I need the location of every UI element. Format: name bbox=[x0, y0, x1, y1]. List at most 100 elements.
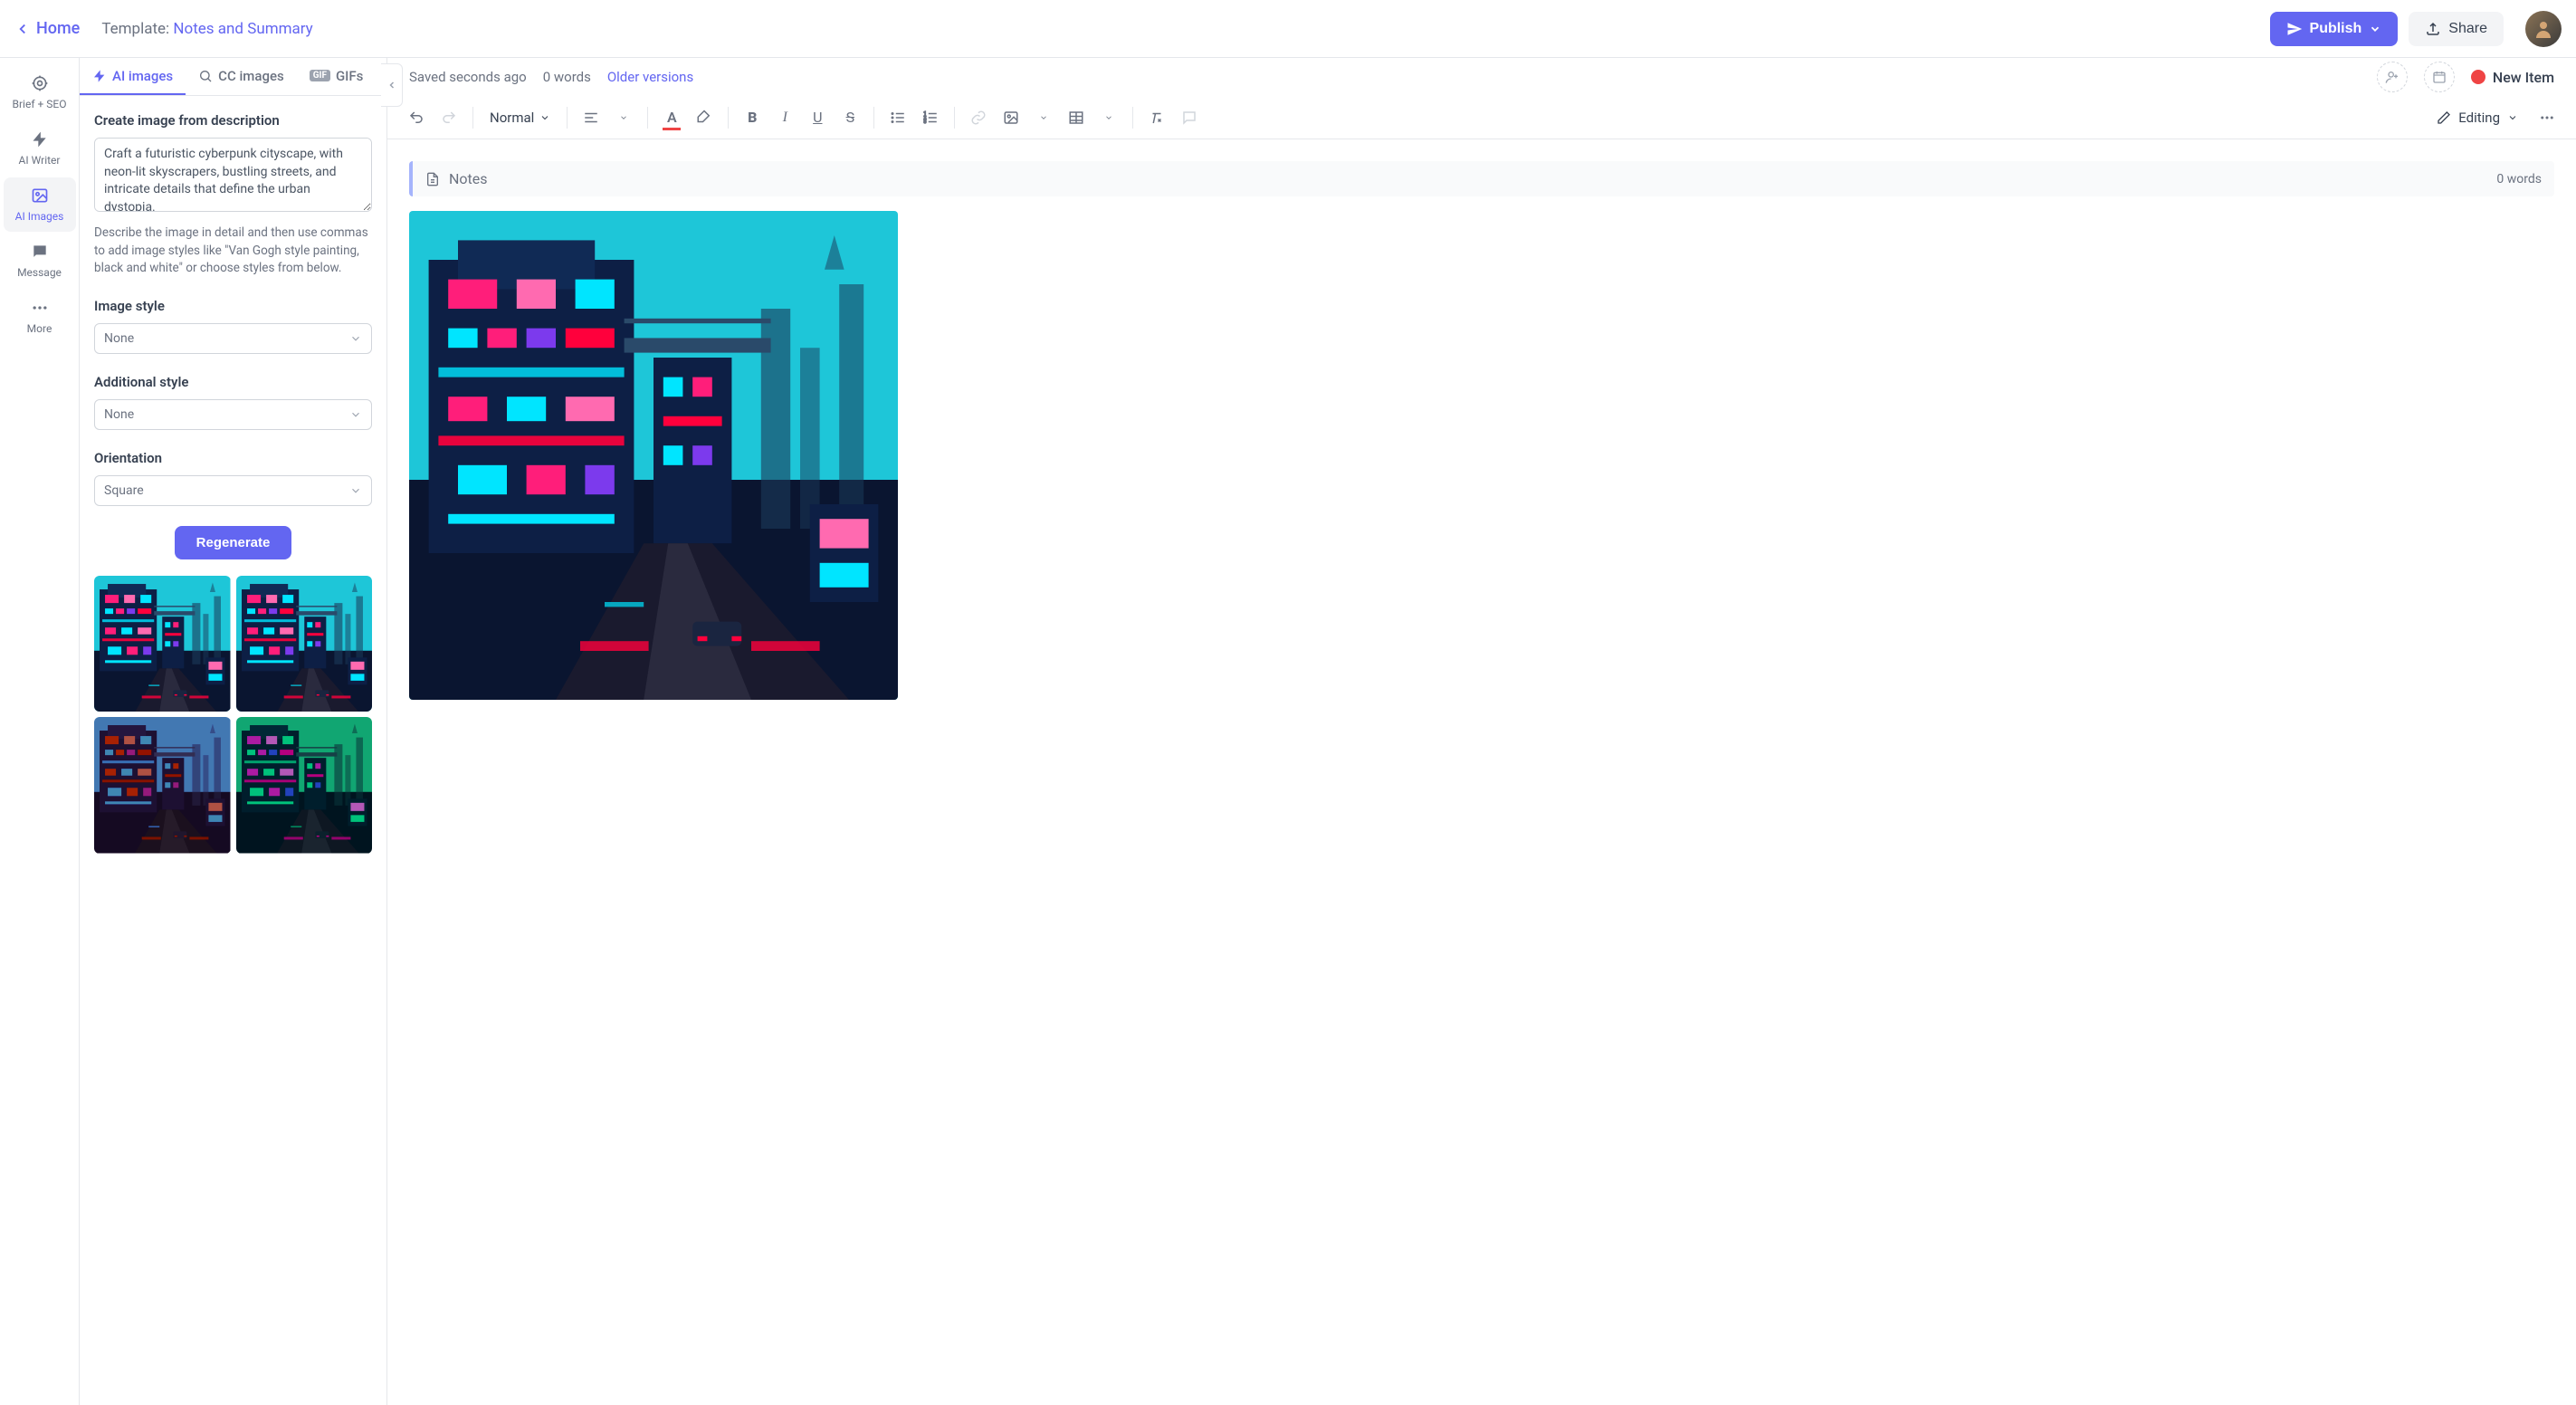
template-link[interactable]: Notes and Summary bbox=[173, 20, 312, 38]
sidebar-item-ai-writer[interactable]: AI Writer bbox=[4, 121, 76, 176]
more-icon bbox=[2539, 110, 2555, 126]
highlight-button[interactable] bbox=[690, 103, 719, 132]
generated-thumb-2[interactable] bbox=[236, 576, 373, 712]
user-icon bbox=[2533, 18, 2554, 40]
editing-mode-select[interactable]: Editing bbox=[2426, 110, 2529, 126]
table-button[interactable] bbox=[1062, 103, 1091, 132]
generated-thumb-1[interactable] bbox=[94, 576, 231, 712]
template-breadcrumb: Template: Notes and Summary bbox=[101, 20, 312, 38]
add-collaborator-button[interactable] bbox=[2377, 62, 2408, 92]
chevron-left-icon bbox=[14, 21, 31, 37]
pencil-icon bbox=[2437, 110, 2451, 125]
editor-pane: Saved seconds ago 0 words Older versions… bbox=[387, 58, 2576, 1405]
target-icon bbox=[31, 74, 49, 92]
list-bullet-icon bbox=[890, 110, 906, 126]
redo-button[interactable] bbox=[434, 103, 463, 132]
highlight-icon bbox=[696, 110, 712, 126]
generated-thumb-4[interactable] bbox=[236, 717, 373, 854]
chevron-down-icon bbox=[349, 484, 362, 497]
orientation-select[interactable]: Square bbox=[94, 475, 372, 506]
image-dropdown[interactable] bbox=[1029, 103, 1058, 132]
inserted-image[interactable] bbox=[409, 211, 898, 700]
sidebar-item-brief-seo[interactable]: Brief + SEO bbox=[4, 65, 76, 119]
align-button[interactable] bbox=[577, 103, 606, 132]
bullet-list-button[interactable] bbox=[883, 103, 912, 132]
image-style-select[interactable]: None bbox=[94, 323, 372, 354]
notes-label: Notes bbox=[449, 170, 488, 187]
sidebar-item-more[interactable]: More bbox=[4, 290, 76, 344]
home-button[interactable]: Home bbox=[14, 19, 80, 38]
sidebar-item-label: AI Writer bbox=[19, 154, 61, 167]
search-icon bbox=[198, 69, 213, 83]
link-icon bbox=[970, 110, 987, 126]
notes-block[interactable]: Notes 0 words bbox=[409, 161, 2554, 196]
additional-style-select[interactable]: None bbox=[94, 399, 372, 430]
image-icon bbox=[31, 186, 49, 205]
strikethrough-icon: S bbox=[846, 109, 855, 126]
list-ordered-icon: 123 bbox=[922, 110, 939, 126]
underline-button[interactable]: U bbox=[803, 103, 832, 132]
avatar[interactable] bbox=[2525, 11, 2562, 47]
prompt-helper-text: Describe the image in detail and then us… bbox=[94, 225, 372, 278]
publish-button[interactable]: Publish bbox=[2270, 12, 2399, 46]
calendar-button[interactable] bbox=[2424, 62, 2455, 92]
link-button[interactable] bbox=[964, 103, 993, 132]
older-versions-link[interactable]: Older versions bbox=[607, 69, 693, 85]
more-toolbar-button[interactable] bbox=[2533, 103, 2562, 132]
sidebar-item-label: More bbox=[27, 322, 52, 335]
document-area[interactable]: Notes 0 words bbox=[387, 139, 2576, 1405]
chevron-down-icon bbox=[2369, 23, 2381, 35]
italic-button[interactable]: I bbox=[770, 103, 799, 132]
text-color-button[interactable]: A bbox=[657, 103, 686, 132]
image-icon bbox=[1003, 110, 1019, 126]
tab-cc-images[interactable]: CC images bbox=[186, 58, 297, 95]
message-icon bbox=[31, 243, 49, 261]
chevron-left-icon bbox=[386, 80, 397, 91]
undo-button[interactable] bbox=[402, 103, 431, 132]
table-icon bbox=[1068, 110, 1084, 126]
status-dot-icon bbox=[2471, 70, 2485, 84]
prompt-textarea[interactable] bbox=[94, 138, 372, 212]
editor-toolbar: Normal A B I U S 123 bbox=[387, 96, 2576, 139]
sidebar-item-label: AI Images bbox=[15, 210, 64, 223]
sidebar-item-label: Brief + SEO bbox=[13, 98, 67, 110]
bolt-icon bbox=[31, 130, 49, 148]
chevron-down-icon bbox=[1104, 113, 1113, 122]
chevron-down-icon bbox=[349, 408, 362, 421]
sidebar-item-ai-images[interactable]: AI Images bbox=[4, 177, 76, 232]
tab-ai-images[interactable]: AI images bbox=[80, 58, 186, 95]
upload-icon bbox=[2425, 21, 2441, 37]
share-button[interactable]: Share bbox=[2409, 12, 2504, 46]
insert-image-button[interactable] bbox=[997, 103, 1026, 132]
sidebar-item-message[interactable]: Message bbox=[4, 234, 76, 288]
word-count-top: 0 words bbox=[543, 69, 591, 85]
more-icon bbox=[31, 299, 49, 317]
chevron-down-icon bbox=[349, 332, 362, 345]
create-image-label: Create image from description bbox=[94, 112, 372, 129]
paragraph-style-select[interactable]: Normal bbox=[482, 110, 558, 126]
svg-text:3: 3 bbox=[924, 119, 927, 125]
undo-icon bbox=[408, 110, 425, 126]
ordered-list-button[interactable]: 123 bbox=[916, 103, 945, 132]
generated-thumb-3[interactable] bbox=[94, 717, 231, 854]
regenerate-button[interactable]: Regenerate bbox=[175, 526, 292, 559]
user-plus-icon bbox=[2385, 70, 2399, 84]
comment-button[interactable] bbox=[1175, 103, 1204, 132]
table-dropdown[interactable] bbox=[1094, 103, 1123, 132]
bold-button[interactable]: B bbox=[738, 103, 767, 132]
chevron-down-icon bbox=[2507, 112, 2518, 123]
italic-icon: I bbox=[783, 110, 787, 126]
align-dropdown[interactable] bbox=[609, 103, 638, 132]
ai-images-panel: AI images CC images GIF GIFs Create imag… bbox=[80, 58, 387, 1405]
strike-button[interactable]: S bbox=[835, 103, 864, 132]
underline-icon: U bbox=[813, 109, 822, 126]
sidebar-item-label: Message bbox=[17, 266, 62, 279]
text-color-icon: A bbox=[667, 109, 677, 126]
send-icon bbox=[2286, 21, 2303, 37]
align-left-icon bbox=[583, 110, 599, 126]
clear-format-button[interactable] bbox=[1142, 103, 1171, 132]
tab-gifs[interactable]: GIF GIFs bbox=[297, 58, 377, 95]
collapse-panel-button[interactable] bbox=[381, 63, 403, 107]
new-item-status[interactable]: New Item bbox=[2471, 69, 2554, 86]
clear-format-icon bbox=[1149, 110, 1165, 126]
